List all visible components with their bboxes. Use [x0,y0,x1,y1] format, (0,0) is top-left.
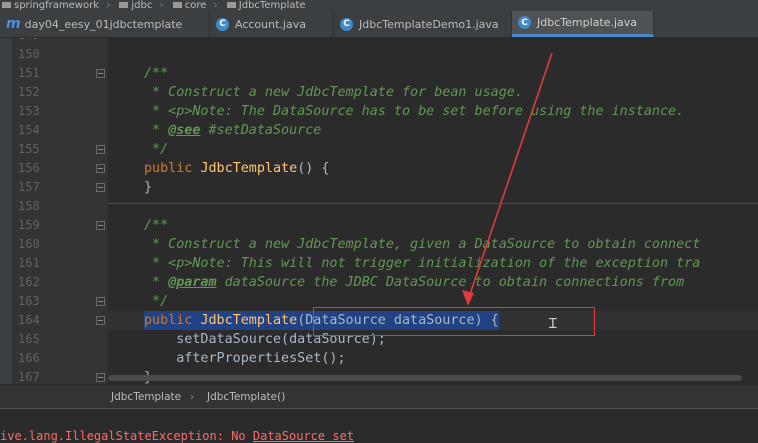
breadcrumb-method[interactable]: JdbcTemplate() [207,385,285,409]
chevron-right-icon: › [190,391,195,403]
tab-account-java[interactable]: C Account.java [210,11,334,37]
breadcrumb-class[interactable]: JdbcTemplate [111,385,181,409]
class-icon: C [340,17,353,31]
module-icon: m [6,16,21,32]
horizontal-scrollbar[interactable] [108,375,742,381]
nav-crumb-jdbc[interactable]: jdbc [119,0,152,11]
console-error-line: ive.lang.IllegalStateException: No DataS… [0,429,355,443]
tab-jdbctemplatedemo1-java[interactable]: C JdbcTemplateDemo1.java [334,11,512,37]
class-icon [226,2,236,8]
annotation-arrow-icon [462,52,553,306]
folder-icon [2,2,11,8]
editor-tab-bar: m day04_eesy_01jdbctemplate C Account.ja… [0,11,758,38]
code-editor[interactable]: 149 150 151 152 153 154 155 156 157 158 … [0,38,758,384]
class-icon: C [518,16,531,29]
nav-separator: › [159,0,164,11]
class-icon: C [216,17,229,31]
folder-icon [172,2,182,8]
nav-crumb-springframework[interactable]: springframework [2,0,99,11]
nav-crumb-jdbctemplate[interactable]: JdbcTemplate [226,0,306,11]
nav-crumb-core[interactable]: core [172,0,206,11]
folder-icon [119,2,129,8]
tab-module[interactable]: m day04_eesy_01jdbctemplate [0,11,210,37]
console-panel: ive.lang.IllegalStateException: No DataS… [0,408,758,443]
navigation-bar: springframework › jdbc › core › JdbcTemp… [0,0,758,11]
nav-separator: › [106,0,111,11]
structure-breadcrumb: JdbcTemplate › JdbcTemplate() [0,384,758,409]
nav-separator: › [213,0,218,11]
tab-jdbctemplate-java[interactable]: C JdbcTemplate.java [512,11,654,37]
